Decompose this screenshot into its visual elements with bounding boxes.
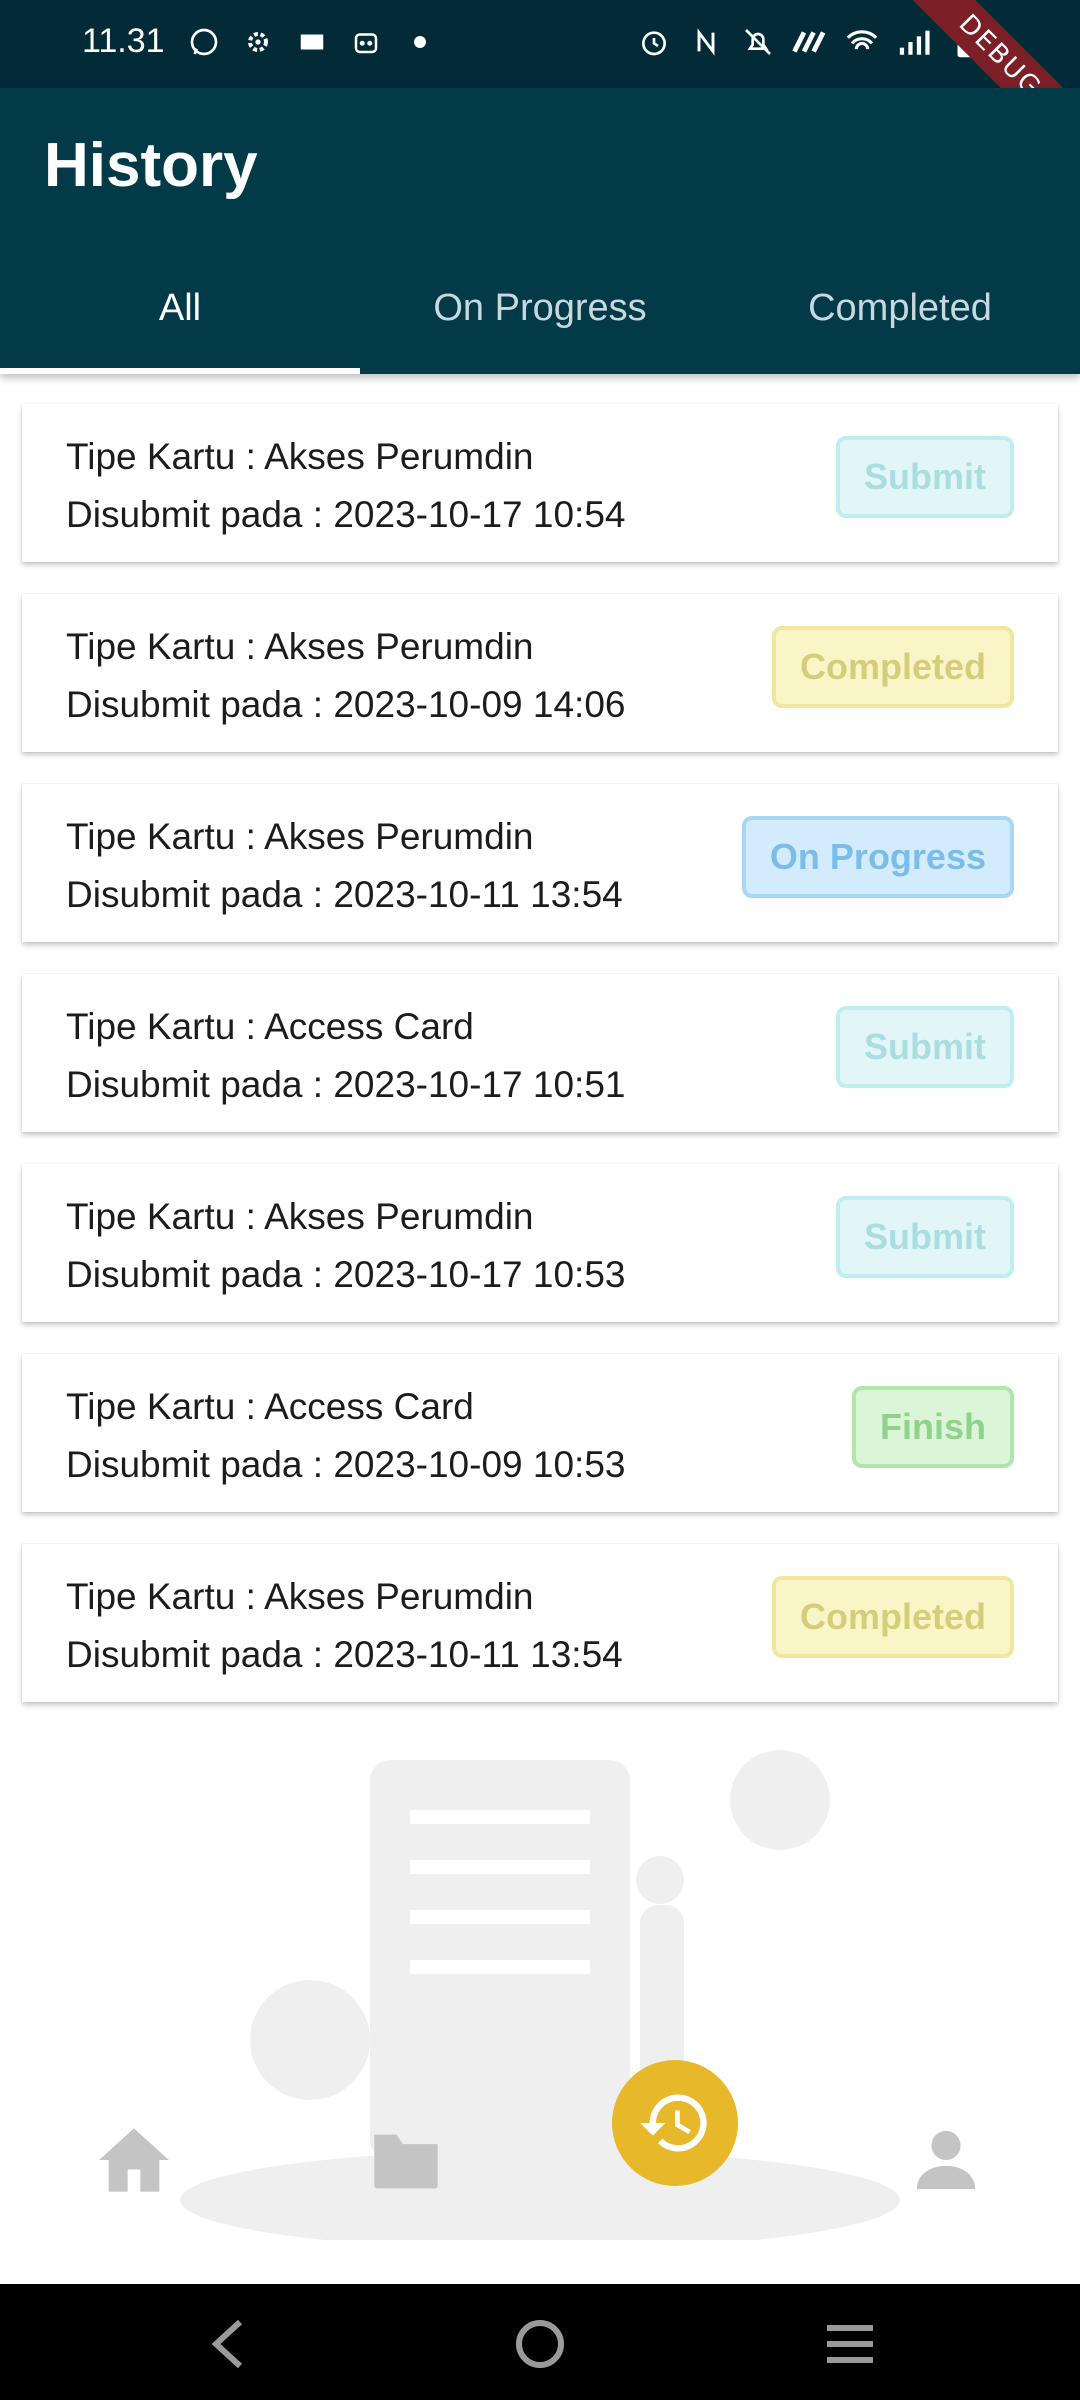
robot-icon	[348, 24, 384, 60]
card-date: Disubmit pada : 2023-10-11 13:54	[66, 1634, 623, 1675]
status-badge: Completed	[771, 626, 1014, 708]
wifi-icon	[844, 24, 880, 60]
status-badge: Submit	[836, 436, 1014, 518]
home-circle-icon	[516, 2320, 564, 2368]
card-type: Tipe Kartu : Akses Perumdin	[66, 436, 534, 477]
history-card[interactable]: Tipe Kartu : Akses Perumdin Disubmit pad…	[22, 784, 1058, 942]
settings-icon	[240, 24, 276, 60]
home-icon	[99, 2128, 169, 2192]
nav-history[interactable]	[612, 2060, 738, 2186]
history-card[interactable]: Tipe Kartu : Akses Perumdin Disubmit pad…	[22, 404, 1058, 562]
card-text: Tipe Kartu : Access Card Disubmit pada :…	[66, 998, 625, 1114]
card-date: Disubmit pada : 2023-10-17 10:54	[66, 494, 626, 535]
system-back-button[interactable]	[196, 2312, 260, 2376]
system-nav-bar	[0, 2284, 1080, 2400]
card-type: Tipe Kartu : Akses Perumdin	[66, 1196, 534, 1237]
card-type: Tipe Kartu : Akses Perumdin	[66, 1576, 534, 1617]
history-card[interactable]: Tipe Kartu : Akses Perumdin Disubmit pad…	[22, 1164, 1058, 1322]
status-badge: Submit	[836, 1006, 1014, 1088]
system-recents-button[interactable]	[818, 2312, 882, 2376]
history-card[interactable]: Tipe Kartu : Akses Perumdin Disubmit pad…	[22, 594, 1058, 752]
card-text: Tipe Kartu : Akses Perumdin Disubmit pad…	[66, 808, 623, 924]
recents-icon	[827, 2325, 873, 2363]
data-icon	[792, 24, 828, 60]
status-badge: Submit	[836, 1196, 1014, 1278]
back-icon	[211, 2319, 243, 2369]
status-right-icons	[636, 24, 984, 60]
page-title: History	[44, 131, 258, 200]
status-time: 11.31	[82, 22, 165, 60]
nav-home[interactable]	[86, 2112, 182, 2208]
signal-icon	[896, 24, 932, 60]
person-icon	[916, 2130, 976, 2190]
bottom-nav	[0, 2060, 1080, 2284]
history-card[interactable]: Tipe Kartu : Access Card Disubmit pada :…	[22, 1354, 1058, 1512]
status-badge: Finish	[852, 1386, 1014, 1468]
folder-icon	[374, 2134, 438, 2189]
history-card[interactable]: Tipe Kartu : Access Card Disubmit pada :…	[22, 974, 1058, 1132]
nav-profile[interactable]	[898, 2112, 994, 2208]
mute-icon	[740, 24, 776, 60]
card-date: Disubmit pada : 2023-10-17 10:51	[66, 1064, 626, 1105]
status-left-icons	[186, 24, 438, 60]
card-type: Tipe Kartu : Access Card	[66, 1006, 474, 1047]
tab-bar: All On Progress Completed	[0, 266, 1080, 374]
card-text: Tipe Kartu : Akses Perumdin Disubmit pad…	[66, 1568, 623, 1684]
card-date: Disubmit pada : 2023-10-17 10:53	[66, 1254, 626, 1295]
nav-folder[interactable]	[358, 2112, 454, 2208]
card-type: Tipe Kartu : Akses Perumdin	[66, 816, 534, 857]
nfc-icon	[688, 24, 724, 60]
history-icon	[640, 2094, 707, 2152]
card-date: Disubmit pada : 2023-10-09 14:06	[66, 684, 626, 725]
alarm-icon	[636, 24, 672, 60]
tab-all[interactable]: All	[0, 266, 360, 374]
status-badge: On Progress	[741, 816, 1014, 898]
dot-icon	[402, 24, 438, 60]
card-date: Disubmit pada : 2023-10-09 10:53	[66, 1444, 626, 1485]
status-badge: Completed	[771, 1576, 1014, 1658]
card-text: Tipe Kartu : Access Card Disubmit pada :…	[66, 1378, 625, 1494]
history-card[interactable]: Tipe Kartu : Akses Perumdin Disubmit pad…	[22, 1544, 1058, 1702]
mail-icon	[294, 24, 330, 60]
history-list: Tipe Kartu : Akses Perumdin Disubmit pad…	[22, 404, 1058, 1734]
system-home-button[interactable]	[508, 2312, 572, 2376]
tab-completed[interactable]: Completed	[720, 266, 1080, 374]
tab-on-progress[interactable]: On Progress	[360, 266, 720, 374]
card-text: Tipe Kartu : Akses Perumdin Disubmit pad…	[66, 1188, 625, 1304]
card-type: Tipe Kartu : Akses Perumdin	[66, 626, 534, 667]
status-bar: 11.31 DEBUG	[0, 0, 1080, 178]
card-date: Disubmit pada : 2023-10-11 13:54	[66, 874, 623, 915]
whatsapp-icon	[186, 24, 222, 60]
app-bar: History All On Progress Completed	[0, 88, 1080, 374]
card-text: Tipe Kartu : Akses Perumdin Disubmit pad…	[66, 618, 625, 734]
card-type: Tipe Kartu : Access Card	[66, 1386, 474, 1427]
card-text: Tipe Kartu : Akses Perumdin Disubmit pad…	[66, 428, 625, 544]
